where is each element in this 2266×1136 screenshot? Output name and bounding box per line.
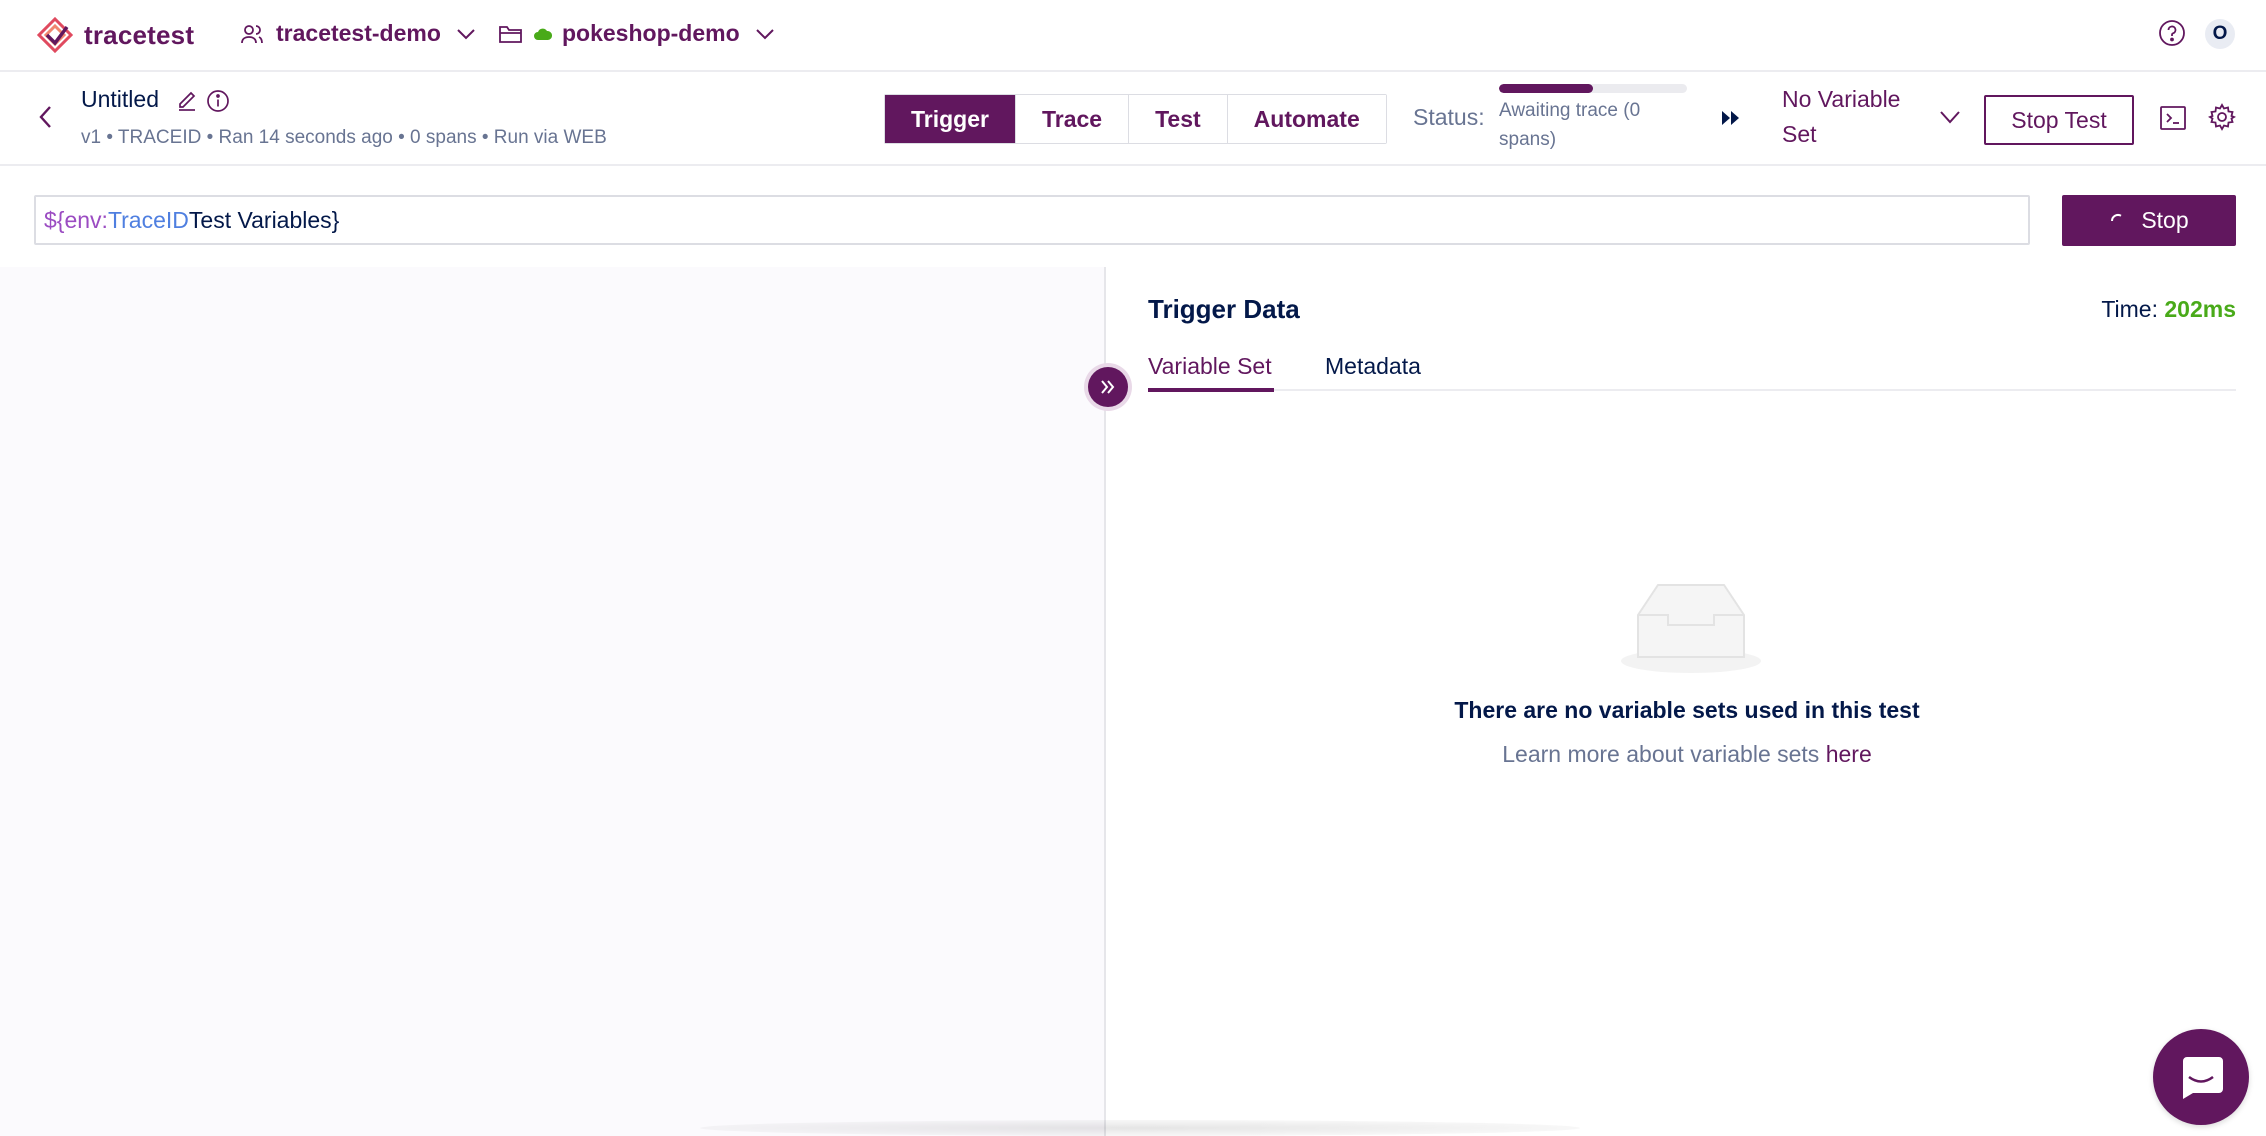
trace-token: TraceID — [107, 206, 189, 233]
chat-icon — [2183, 1057, 2223, 1099]
folder-icon — [499, 25, 522, 43]
brand-name: tracetest — [84, 19, 195, 50]
stop-button-label: Stop — [2141, 207, 2189, 233]
avatar[interactable]: O — [2205, 19, 2235, 49]
trigger-data-title: Trigger Data — [1148, 294, 1300, 324]
cloud-icon — [534, 28, 552, 40]
chat-support-button[interactable] — [2153, 1029, 2249, 1125]
tab-trigger[interactable]: Trigger — [885, 95, 1016, 143]
tab-automate[interactable]: Automate — [1227, 95, 1386, 143]
status-label: Status: — [1413, 104, 1485, 130]
status-text: Awaiting trace (0 spans) — [1499, 100, 1641, 150]
rest-token: Test Variables} — [188, 206, 340, 233]
organization-name: tracetest-demo — [276, 20, 441, 46]
time-label: Time: — [2101, 296, 2158, 322]
chevron-down-icon — [755, 28, 774, 39]
info-icon[interactable] — [206, 89, 230, 113]
trace-id-input[interactable]: ${env: TraceID Test Variables} — [34, 195, 2030, 245]
empty-state-subtitle: Learn more about variable sets here — [1108, 741, 2266, 768]
terminal-icon[interactable] — [2159, 104, 2187, 132]
trigger-time: Time: 202ms — [2101, 296, 2236, 323]
users-icon — [241, 24, 263, 43]
tab-variable-set[interactable]: Variable Set — [1148, 353, 1272, 380]
tab-trace[interactable]: Trace — [1015, 95, 1130, 143]
stop-button[interactable]: Stop — [2062, 195, 2236, 246]
environment-name: pokeshop-demo — [562, 20, 740, 46]
status-progress-fill — [1499, 84, 1593, 93]
empty-state-text: Learn more about variable sets — [1502, 741, 1826, 767]
learn-more-link[interactable]: here — [1826, 741, 1872, 767]
test-header: Untitled v1 • TRACEID • Ran 14 seconds a… — [0, 72, 2266, 166]
time-value: 202ms — [2164, 296, 2236, 322]
environment-selector[interactable]: pokeshop-demo — [498, 20, 776, 47]
tab-test[interactable]: Test — [1129, 95, 1228, 143]
mode-tabs: Trigger Trace Test Automate — [884, 94, 1387, 144]
active-tab-indicator — [1148, 388, 1274, 392]
top-nav: tracetest tracetest-demo pokeshop-demo O — [0, 0, 2266, 72]
env-token: ${env: — [44, 206, 108, 233]
empty-inbox-icon — [1621, 584, 1761, 673]
test-run-meta: v1 • TRACEID • Ran 14 seconds ago • 0 sp… — [81, 127, 607, 148]
status-progress-bar — [1499, 84, 1687, 93]
organization-selector[interactable]: tracetest-demo — [240, 20, 477, 47]
logo-icon — [36, 16, 74, 54]
stop-test-button[interactable]: Stop Test — [1984, 95, 2134, 145]
empty-state-title: There are no variable sets used in this … — [1454, 697, 1920, 723]
tab-metadata[interactable]: Metadata — [1325, 353, 1421, 380]
spinner-icon — [2111, 213, 2122, 221]
left-pane — [0, 267, 1106, 1136]
edit-icon[interactable] — [176, 89, 198, 111]
chevron-down-icon — [457, 28, 475, 39]
chevron-down-icon[interactable] — [1938, 106, 1962, 128]
back-icon[interactable] — [34, 102, 58, 132]
help-icon[interactable] — [2158, 19, 2186, 47]
gear-icon[interactable] — [2208, 103, 2236, 131]
trigger-data-panel: Trigger Data Time: 202ms Variable Set Me… — [1108, 267, 2266, 1136]
variable-set-selector[interactable]: No Variable Set — [1782, 82, 1912, 152]
fast-forward-icon[interactable] — [1720, 108, 1742, 128]
test-title: Untitled — [81, 86, 159, 112]
trigger-data-tabs: Variable Set Metadata — [1148, 347, 2236, 392]
brand-logo[interactable]: tracetest — [34, 14, 194, 56]
